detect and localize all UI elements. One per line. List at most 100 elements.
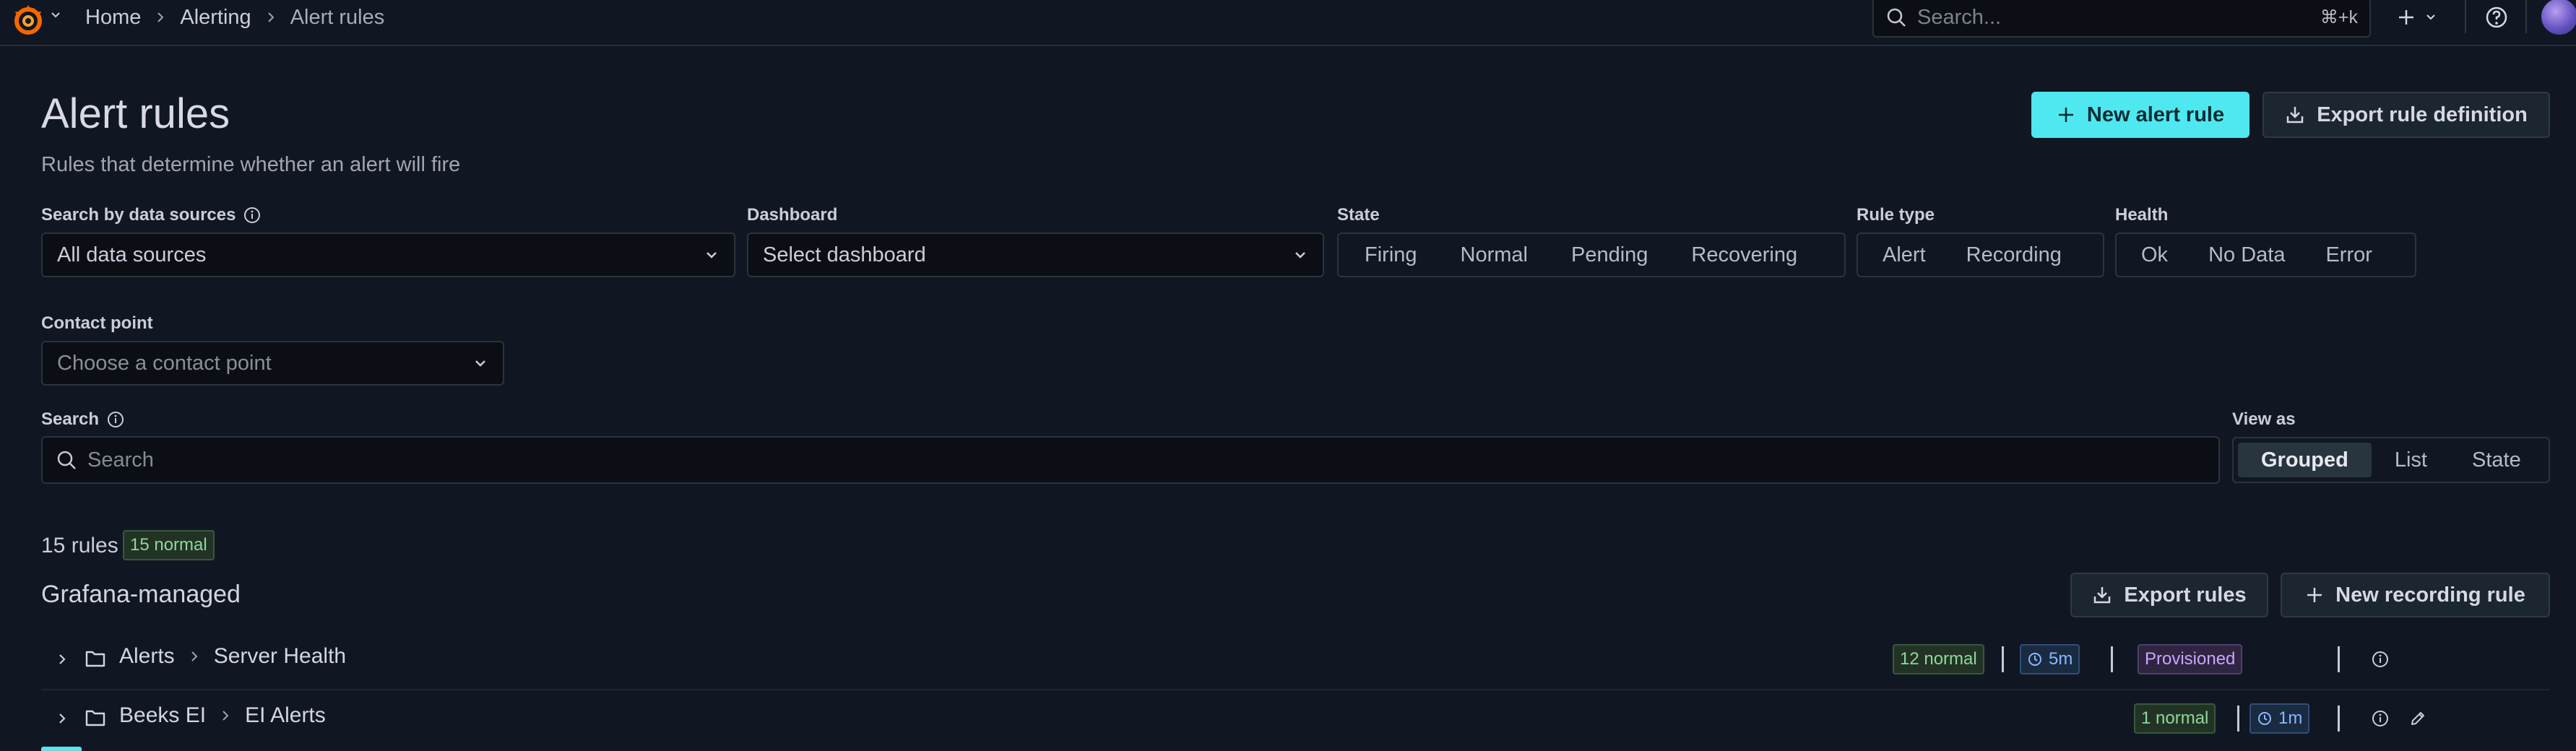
health-filter: Ok No Data Error xyxy=(2115,233,2416,277)
info-icon[interactable] xyxy=(2371,650,2390,669)
chevron-right-icon xyxy=(222,711,229,721)
view-as-list[interactable]: List xyxy=(2372,443,2450,477)
provisioned-badge: Provisioned xyxy=(2138,644,2243,674)
chevron-down-icon xyxy=(2426,14,2435,20)
state-label: State xyxy=(1337,205,1380,225)
health-option-ok[interactable]: Ok xyxy=(2121,238,2188,272)
rules-count: 15 rules xyxy=(41,534,118,557)
rule-type-option-recording[interactable]: Recording xyxy=(1946,238,2082,272)
breadcrumb-home[interactable]: Home xyxy=(85,6,141,30)
grafana-managed-title: Grafana-managed xyxy=(41,581,241,608)
search-label-text: Search xyxy=(41,409,100,429)
health-option-error[interactable]: Error xyxy=(2305,238,2392,272)
page-title: Alert rules xyxy=(41,90,230,137)
new-alert-rule-label: New alert rule xyxy=(2086,103,2225,126)
state-filter: Firing Normal Pending Recovering xyxy=(1337,233,1846,277)
state-option-recovering[interactable]: Recovering xyxy=(1669,238,1819,272)
chevron-down-icon xyxy=(475,360,485,367)
state-option-pending[interactable]: Pending xyxy=(1550,238,1669,272)
info-icon[interactable] xyxy=(2371,709,2390,728)
health-label: Health xyxy=(2115,205,2169,225)
view-as-toggle: Grouped List State xyxy=(2232,437,2550,483)
page-subtitle: Rules that determine whether an alert wi… xyxy=(41,153,461,176)
view-as-grouped[interactable]: Grouped xyxy=(2238,443,2372,477)
group-interval: 1m xyxy=(2278,708,2303,728)
export-rules-label: Export rules xyxy=(2124,583,2247,607)
data-sources-value: All data sources xyxy=(57,243,207,266)
top-divider xyxy=(2465,0,2466,33)
top-divider xyxy=(2525,0,2527,33)
new-alert-rule-button[interactable]: New alert rule xyxy=(2031,92,2249,138)
info-icon[interactable] xyxy=(243,206,262,225)
download-icon xyxy=(2286,107,2304,123)
folder-name[interactable]: Alerts xyxy=(119,644,175,669)
plus-icon xyxy=(2307,588,2322,602)
user-avatar[interactable] xyxy=(2541,0,2576,35)
view-as-label: View as xyxy=(2232,409,2296,429)
edit-icon[interactable] xyxy=(2408,709,2427,728)
dashboard-label: Dashboard xyxy=(747,205,838,225)
chevron-right-icon xyxy=(267,12,275,22)
group-name: Server Health xyxy=(213,644,347,668)
breadcrumb-alerting[interactable]: Alerting xyxy=(180,6,251,30)
search-shortcut: ⌘+k xyxy=(2320,7,2358,27)
data-sources-label-text: Search by data sources xyxy=(41,205,236,225)
health-option-no-data[interactable]: No Data xyxy=(2188,238,2305,272)
rule-type-label: Rule type xyxy=(1857,205,1935,225)
rules-search-input[interactable]: Search xyxy=(41,436,2220,484)
normal-count-badge: 15 normal xyxy=(123,530,215,560)
row-separator xyxy=(2237,706,2239,732)
chevron-right-icon[interactable] xyxy=(54,711,70,726)
plus-icon xyxy=(2399,10,2413,25)
chevron-down-icon[interactable] xyxy=(49,9,62,22)
group-interval: 5m xyxy=(2049,649,2073,669)
row-separator xyxy=(2338,646,2340,672)
chevron-down-icon xyxy=(706,252,717,259)
folder-icon xyxy=(85,710,105,726)
export-rules-button[interactable]: Export rules xyxy=(2070,573,2268,617)
dashboard-placeholder: Select dashboard xyxy=(763,243,926,266)
chevron-down-icon xyxy=(1295,252,1305,259)
chevron-right-icon xyxy=(157,12,164,22)
rule-type-filter: Alert Recording xyxy=(1857,233,2104,277)
rule-group-path: Alerts Server Health xyxy=(119,644,346,669)
group-normal-badge: 1 normal xyxy=(2134,703,2216,734)
row-separator xyxy=(2111,646,2113,672)
view-as-state[interactable]: State xyxy=(2450,443,2543,477)
chevron-right-icon xyxy=(191,651,198,661)
info-icon[interactable] xyxy=(106,410,125,429)
row-separator xyxy=(2338,706,2340,732)
folder-name[interactable]: Beeks EI xyxy=(119,703,206,728)
search-label: Search xyxy=(41,409,125,430)
rule-type-option-alert[interactable]: Alert xyxy=(1862,238,1946,272)
plus-icon xyxy=(2058,108,2073,122)
folder-icon xyxy=(85,651,105,667)
search-icon xyxy=(1887,8,1906,27)
breadcrumb-current: Alert rules xyxy=(290,5,385,29)
rule-group-path: Beeks EI EI Alerts xyxy=(119,703,326,728)
contact-point-placeholder: Choose a contact point xyxy=(57,351,272,375)
add-menu-button[interactable] xyxy=(2395,3,2437,32)
new-recording-rule-label: New recording rule xyxy=(2335,583,2525,607)
grafana-logo-icon[interactable] xyxy=(10,1,46,38)
export-rule-definition-label: Export rule definition xyxy=(2317,103,2528,126)
group-normal-badge: 12 normal xyxy=(1893,644,1984,674)
next-row-indicator xyxy=(41,747,82,751)
clock-icon xyxy=(2028,653,2041,666)
clock-icon xyxy=(2258,712,2271,725)
data-sources-select[interactable]: All data sources xyxy=(41,233,735,277)
data-sources-label: Search by data sources xyxy=(41,205,262,225)
contact-point-select[interactable]: Choose a contact point xyxy=(41,341,504,386)
export-rule-definition-button[interactable]: Export rule definition xyxy=(2262,92,2550,138)
new-recording-rule-button[interactable]: New recording rule xyxy=(2281,573,2550,617)
chevron-right-icon[interactable] xyxy=(54,651,70,667)
global-search-input[interactable]: Search... ⌘+k xyxy=(1872,0,2371,38)
row-separator xyxy=(2002,646,2004,672)
state-option-firing[interactable]: Firing xyxy=(1343,238,1439,272)
state-option-normal[interactable]: Normal xyxy=(1439,238,1550,272)
group-name: EI Alerts xyxy=(245,703,326,727)
help-icon[interactable] xyxy=(2482,3,2511,32)
group-interval-badge: 1m xyxy=(2249,703,2310,734)
dashboard-select[interactable]: Select dashboard xyxy=(747,233,1324,277)
search-icon xyxy=(57,451,76,469)
